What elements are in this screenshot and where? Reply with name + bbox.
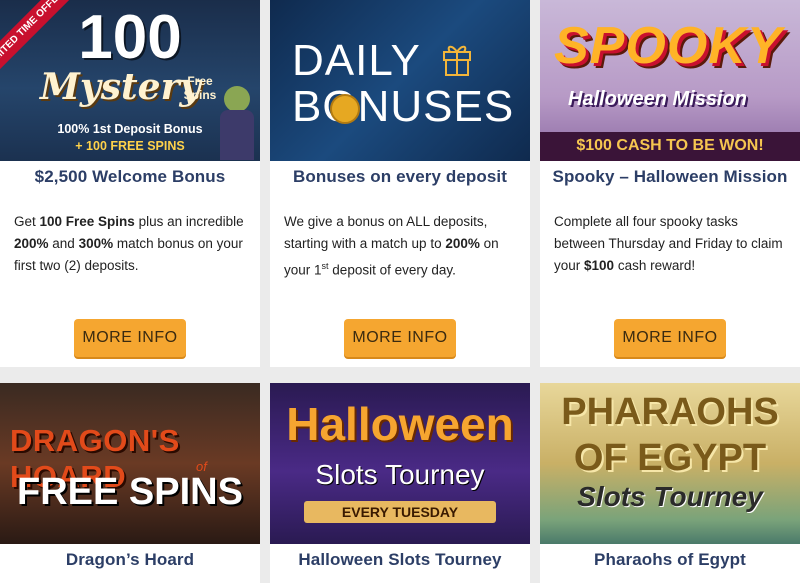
card-title: Halloween Slots Tourney	[298, 550, 502, 569]
card-description: We give a bonus on ALL deposits, startin…	[284, 214, 499, 278]
promo-card-welcome-bonus: LIMITED TIME OFFER! 100 Mystery Free Spi…	[0, 0, 260, 367]
banner-free-spins-text: FREE SPINS	[17, 471, 243, 513]
banner-slots-tourney-text: Slots Tourney	[577, 481, 763, 512]
card-title: Spooky – Halloween Mission	[552, 167, 788, 186]
banner-free-spins-text: Free Spins	[183, 74, 217, 102]
halloween-tourney-banner[interactable]: Halloween Slots Tourney EVERY TUESDAY	[270, 383, 530, 544]
card-title: $2,500 Welcome Bonus	[34, 167, 226, 186]
banner-pharaohs-text: PHARAOHS	[561, 391, 779, 433]
banner-spins-line: + 100 FREE SPINS	[75, 139, 185, 153]
banner-every-tuesday-strip: EVERY TUESDAY	[304, 501, 496, 523]
pharaohs-egypt-banner[interactable]: PHARAOHS OF EGYPT Slots Tourney	[540, 383, 800, 544]
banner-bonuses-text: BONUSES	[292, 82, 515, 131]
banner-of-egypt-text: OF EGYPT	[573, 437, 767, 479]
promo-card-spooky-mission: SPOOKY Halloween Mission $100 CASH TO BE…	[540, 0, 800, 367]
card-title: Dragon’s Hoard	[65, 550, 195, 569]
promo-card-pharaohs-egypt: PHARAOHS OF EGYPT Slots Tourney Pharaohs…	[540, 383, 800, 583]
banner-spooky-text: SPOOKY	[554, 17, 783, 75]
promo-card-halloween-tourney: Halloween Slots Tourney EVERY TUESDAY Ha…	[270, 383, 530, 583]
banner-cash-strip: $100 CASH TO BE WON!	[540, 132, 800, 161]
promo-card-daily-bonuses: DAILY BONUSES Bonuses on every deposit W…	[270, 0, 530, 367]
card-title: Pharaohs of Egypt	[594, 550, 746, 569]
daily-bonuses-banner[interactable]: DAILY BONUSES	[270, 0, 530, 161]
dragons-hoard-banner[interactable]: DRAGON'S HOARD of FREE SPINS	[0, 383, 260, 544]
card-description: Complete all four spooky tasks between T…	[554, 214, 783, 273]
welcome-bonus-banner[interactable]: LIMITED TIME OFFER! 100 Mystery Free Spi…	[0, 0, 260, 161]
banner-deposit-line: 100% 1st Deposit Bonus	[57, 122, 203, 136]
banner-big-number: 100	[78, 3, 182, 72]
banner-halloween-mission-text: Halloween Mission	[568, 88, 747, 110]
banner-slots-tourney-text: Slots Tourney	[315, 459, 485, 490]
card-description: Get 100 Free Spins plus an incredible 20…	[14, 214, 244, 273]
banner-mystery-text: Mystery	[40, 66, 201, 108]
more-info-button[interactable]: MORE INFO	[344, 319, 456, 357]
banner-daily-text: DAILY	[292, 36, 421, 85]
card-title: Bonuses on every deposit	[292, 167, 507, 186]
spooky-banner[interactable]: SPOOKY Halloween Mission $100 CASH TO BE…	[540, 0, 800, 161]
coin-icon	[330, 94, 360, 124]
gift-icon	[442, 42, 472, 76]
more-info-button[interactable]: MORE INFO	[614, 319, 726, 357]
banner-halloween-text: Halloween	[286, 398, 514, 450]
promo-card-dragons-hoard: DRAGON'S HOARD of FREE SPINS Dragon’s Ho…	[0, 383, 260, 583]
more-info-button[interactable]: MORE INFO	[74, 319, 186, 357]
